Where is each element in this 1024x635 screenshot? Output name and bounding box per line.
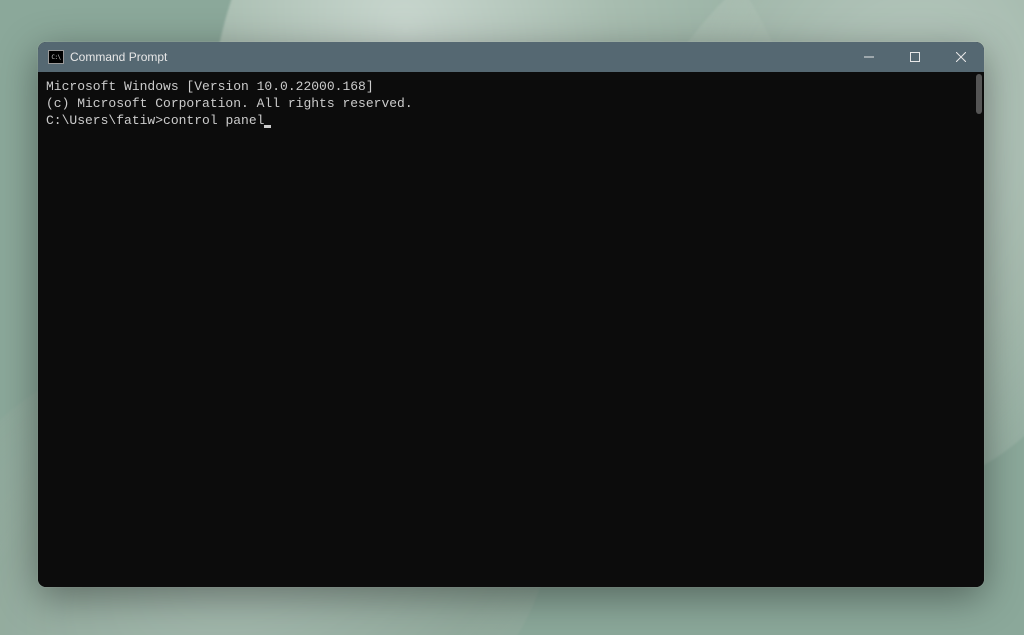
window-controls xyxy=(846,42,984,72)
minimize-icon xyxy=(864,52,874,62)
titlebar[interactable]: Command Prompt xyxy=(38,42,984,72)
terminal-area[interactable]: Microsoft Windows [Version 10.0.22000.16… xyxy=(38,72,984,587)
maximize-icon xyxy=(910,52,920,62)
text-cursor xyxy=(264,125,271,128)
prompt-path: C:\Users\fatiw> xyxy=(46,113,163,128)
terminal-output-line: Microsoft Windows [Version 10.0.22000.16… xyxy=(46,78,976,95)
maximize-button[interactable] xyxy=(892,42,938,72)
terminal-prompt-line: C:\Users\fatiw>control panel xyxy=(46,112,976,129)
scrollbar-thumb[interactable] xyxy=(976,74,982,114)
entered-command: control panel xyxy=(163,113,264,128)
terminal-output-line: (c) Microsoft Corporation. All rights re… xyxy=(46,95,976,112)
minimize-button[interactable] xyxy=(846,42,892,72)
close-icon xyxy=(956,52,966,62)
app-icon xyxy=(48,50,64,64)
command-prompt-window: Command Prompt Microsoft Windows [Ver xyxy=(38,42,984,587)
close-button[interactable] xyxy=(938,42,984,72)
window-title: Command Prompt xyxy=(70,50,846,64)
